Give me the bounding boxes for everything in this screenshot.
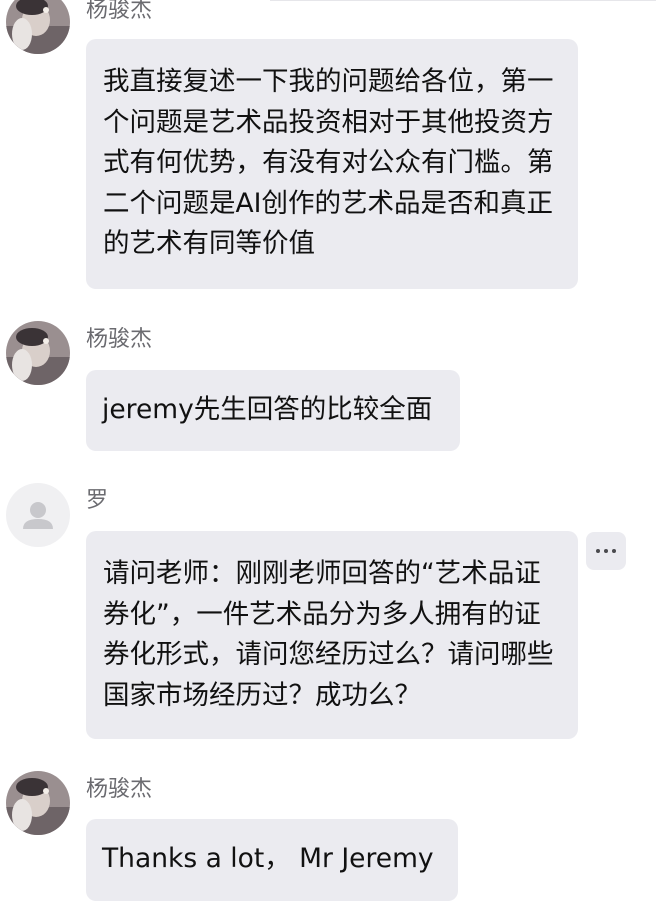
message-bubble[interactable]: jeremy先生回答的比较全面 (86, 370, 460, 451)
avatar[interactable] (6, 321, 70, 385)
sender-name: 罗 (86, 488, 109, 513)
more-horizontal-icon-dot (604, 549, 608, 553)
more-horizontal-icon (596, 549, 600, 553)
avatar[interactable] (6, 0, 70, 54)
sender-name: 杨骏杰 (86, 327, 153, 352)
more-horizontal-icon-dot (612, 549, 616, 553)
sender-name: 杨骏杰 (86, 777, 153, 802)
default-avatar[interactable] (6, 483, 70, 547)
top-divider (270, 0, 656, 1)
avatar[interactable] (6, 771, 70, 835)
message-bubble[interactable]: 我直接复述一下我的问题给各位，第一个问题是艺术品投资相对于其他投资方式有何优势，… (86, 39, 578, 289)
person-icon (23, 502, 53, 529)
message-bubble[interactable]: 请问老师：刚刚老师回答的“艺术品证券化”，一件艺术品分为多人拥有的证券化形式，请… (86, 531, 578, 739)
message-bubble[interactable]: Thanks a lot， Mr Jeremy (86, 819, 458, 901)
sender-name: 杨骏杰 (86, 0, 153, 23)
more-options-button[interactable] (586, 532, 626, 570)
